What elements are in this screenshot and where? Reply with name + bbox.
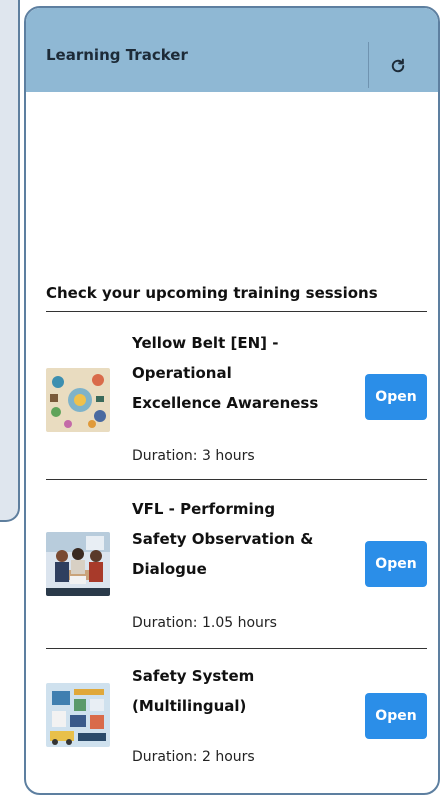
course-thumbnail xyxy=(46,532,110,596)
refresh-icon xyxy=(391,58,405,73)
course-title-line: VFL - Performing xyxy=(132,500,276,518)
course-item: Safety System (Multilingual) Open Durati… xyxy=(46,648,427,778)
section-heading: Check your upcoming training sessions xyxy=(46,284,378,302)
course-thumbnail xyxy=(46,683,110,747)
course-title: VFL - Performing Safety Observation & Di… xyxy=(132,494,342,584)
open-button[interactable]: Open xyxy=(365,541,427,587)
course-item: Yellow Belt [EN] - Operational Excellenc… xyxy=(46,311,427,479)
course-title-line: Safety Observation & xyxy=(132,530,314,548)
course-duration: Duration: 1.05 hours xyxy=(132,615,277,631)
course-title-line: Yellow Belt [EN] - xyxy=(132,334,279,352)
course-title-line: Dialogue xyxy=(132,560,207,578)
background-side-panel xyxy=(0,0,20,522)
card-header: Learning Tracker xyxy=(26,8,438,92)
course-duration: Duration: 2 hours xyxy=(132,749,255,765)
course-item: VFL - Performing Safety Observation & Di… xyxy=(46,479,427,648)
refresh-button[interactable] xyxy=(378,48,418,84)
learning-tracker-card: Learning Tracker Check your upcoming tra… xyxy=(24,6,440,795)
header-divider xyxy=(368,42,369,88)
course-duration: Duration: 3 hours xyxy=(132,448,255,464)
course-title-line: (Multilingual) xyxy=(132,697,247,715)
course-title-line: Operational xyxy=(132,364,232,382)
course-title-line: Excellence Awareness xyxy=(132,394,319,412)
course-thumbnail xyxy=(46,368,110,432)
course-list: Yellow Belt [EN] - Operational Excellenc… xyxy=(46,311,427,778)
course-title: Yellow Belt [EN] - Operational Excellenc… xyxy=(132,328,342,418)
course-title-line: Safety System xyxy=(132,667,255,685)
open-button[interactable]: Open xyxy=(365,374,427,420)
open-button[interactable]: Open xyxy=(365,693,427,739)
course-title: Safety System (Multilingual) xyxy=(132,661,342,721)
header-title: Learning Tracker xyxy=(46,46,188,64)
